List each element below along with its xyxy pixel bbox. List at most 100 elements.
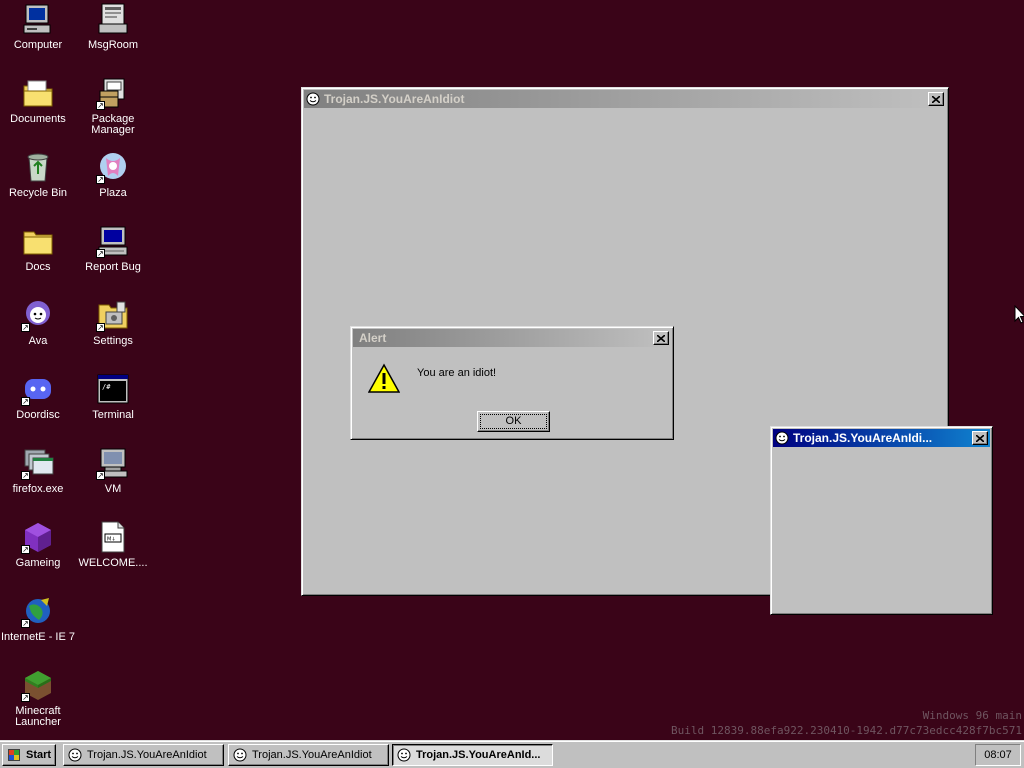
desktop-icon-docs[interactable]: Docs (0, 224, 78, 273)
desktop-icon-label: Documents (10, 113, 66, 125)
taskbar-task-2[interactable]: Trojan.JS.YouAreAnIdiot (228, 744, 389, 766)
desktop-icon-recycle-bin[interactable]: Recycle Bin (0, 150, 78, 199)
computer-icon (21, 2, 55, 36)
desktop-icon-label: Ava (28, 335, 48, 347)
markdown-file-icon: M↓ (96, 520, 130, 554)
desktop-icon-label: Docs (25, 261, 51, 273)
task-label: Trojan.JS.YouAreAnIdiot (252, 749, 372, 761)
desktop-icon-ava[interactable]: ↗ Ava (0, 298, 78, 347)
alert-titlebar[interactable]: Alert (353, 329, 671, 347)
window-titlebar-active[interactable]: Trojan.JS.YouAreAnIdi... (773, 429, 990, 447)
taskbar: Start Trojan.JS.YouAreAnIdiot Trojan.JS.… (0, 740, 1024, 768)
desktop-icon-package-manager[interactable]: ↗ Package Manager (73, 76, 153, 136)
smiley-icon (233, 748, 247, 762)
shortcut-arrow-icon: ↗ (96, 101, 105, 110)
desktop-icon-minecraft[interactable]: ↗ Minecraft Launcher (0, 668, 78, 728)
close-button[interactable] (928, 92, 944, 106)
minecraft-icon: ↗ (21, 668, 55, 702)
smiley-icon (397, 748, 411, 762)
task-label: Trojan.JS.YouAreAnId... (416, 749, 541, 761)
alert-title: Alert (359, 331, 387, 345)
docs-folder-icon (21, 224, 55, 258)
close-icon (657, 334, 665, 342)
desktop-icon-label: Plaza (99, 187, 127, 199)
close-icon (976, 434, 984, 442)
desktop-icon-label: VM (104, 483, 122, 495)
desktop-icon-doordisc[interactable]: ↗ Doordisc (0, 372, 78, 421)
desktop-icon-label: MsgRoom (87, 39, 139, 51)
desktop-icon-terminal[interactable]: /# Terminal (73, 372, 153, 421)
alert-dialog[interactable]: Alert You are an idiot! OK (350, 326, 674, 440)
build-watermark-title: Windows 96 main (922, 709, 1022, 722)
shortcut-arrow-icon: ↗ (96, 249, 105, 258)
smiley-icon (306, 92, 320, 106)
shortcut-arrow-icon: ↗ (21, 323, 30, 332)
package-manager-icon: ↗ (96, 76, 130, 110)
system-tray-clock[interactable]: 08:07 (975, 744, 1021, 766)
shortcut-arrow-icon: ↗ (21, 397, 30, 406)
desktop-icon-plaza[interactable]: ↗ Plaza (73, 150, 153, 199)
window-title: Trojan.JS.YouAreAnIdiot (324, 92, 465, 106)
desktop-icon-label: Report Bug (85, 261, 141, 273)
task-label: Trojan.JS.YouAreAnIdiot (87, 749, 207, 761)
window-title: Trojan.JS.YouAreAnIdi... (793, 431, 933, 445)
desktop-icon-welcome[interactable]: M↓ WELCOME.... (73, 520, 153, 569)
mouse-cursor-icon (1014, 305, 1024, 324)
desktop-icon-documents[interactable]: Documents (0, 76, 78, 125)
desktop-icon-gameing[interactable]: ↗ Gameing (0, 520, 78, 569)
alert-message: You are an idiot! (417, 367, 497, 379)
svg-text:/#: /# (102, 383, 111, 391)
terminal-icon: /# (96, 372, 130, 406)
taskbar-task-1[interactable]: Trojan.JS.YouAreAnIdiot (63, 744, 224, 766)
shortcut-arrow-icon: ↗ (96, 471, 105, 480)
desktop-icon-label: WELCOME.... (78, 557, 148, 569)
smiley-icon (68, 748, 82, 762)
desktop-icon-label: Recycle Bin (8, 187, 68, 199)
settings-icon: ↗ (96, 298, 130, 332)
trojan-window-small[interactable]: Trojan.JS.YouAreAnIdi... (770, 426, 993, 615)
shortcut-arrow-icon: ↗ (21, 545, 30, 554)
shortcut-arrow-icon: ↗ (96, 323, 105, 332)
svg-text:M↓: M↓ (107, 537, 116, 543)
internet-explorer-icon: ↗ (21, 594, 55, 628)
desktop-icon-label: Computer (13, 39, 63, 51)
close-icon (932, 95, 940, 103)
documents-folder-icon (21, 76, 55, 110)
desktop-icon-vm[interactable]: ↗ VM (73, 446, 153, 495)
window-titlebar[interactable]: Trojan.JS.YouAreAnIdiot (304, 90, 946, 108)
shortcut-arrow-icon: ↗ (21, 693, 30, 702)
firefox-icon: ↗ (21, 446, 55, 480)
start-label: Start (26, 749, 52, 761)
start-logo-icon (8, 749, 20, 761)
desktop-icon-label: Doordisc (16, 409, 60, 421)
desktop-icon-internet-explorer[interactable]: ↗ InternetE - IE 7 (0, 594, 78, 643)
desktop-icon-label: Settings (93, 335, 133, 347)
plaza-icon: ↗ (96, 150, 130, 184)
start-button[interactable]: Start (2, 744, 56, 766)
desktop-icon-report-bug[interactable]: ↗ Report Bug (73, 224, 153, 273)
taskbar-task-3-active[interactable]: Trojan.JS.YouAreAnId... (392, 744, 553, 766)
desktop-icon-msgroom[interactable]: MsgRoom (73, 2, 153, 51)
report-bug-icon: ↗ (96, 224, 130, 258)
shortcut-arrow-icon: ↗ (21, 471, 30, 480)
shortcut-arrow-icon: ↗ (96, 175, 105, 184)
desktop-icon-label: firefox.exe (12, 483, 64, 495)
clock-time: 08:07 (984, 749, 1012, 761)
desktop-icon-computer[interactable]: Computer (0, 2, 78, 51)
shortcut-arrow-icon: ↗ (21, 619, 30, 628)
desktop-icon-settings[interactable]: ↗ Settings (73, 298, 153, 347)
ok-button[interactable]: OK (477, 411, 550, 432)
vm-icon: ↗ (96, 446, 130, 480)
gameing-icon: ↗ (21, 520, 55, 554)
desktop-icon-label: Gameing (15, 557, 61, 569)
desktop-icon-firefox[interactable]: ↗ firefox.exe (0, 446, 78, 495)
desktop-icon-label: Terminal (92, 409, 134, 421)
ava-icon: ↗ (21, 298, 55, 332)
msgroom-icon (96, 2, 130, 36)
build-watermark-version: Build 12839.88efa922.230410-1942.d77c73e… (671, 724, 1022, 737)
alert-close-button[interactable] (653, 331, 669, 345)
desktop-icon-label: Package Manager (91, 113, 135, 136)
recycle-bin-icon (21, 150, 55, 184)
warning-icon (368, 363, 400, 393)
close-button[interactable] (972, 431, 988, 445)
